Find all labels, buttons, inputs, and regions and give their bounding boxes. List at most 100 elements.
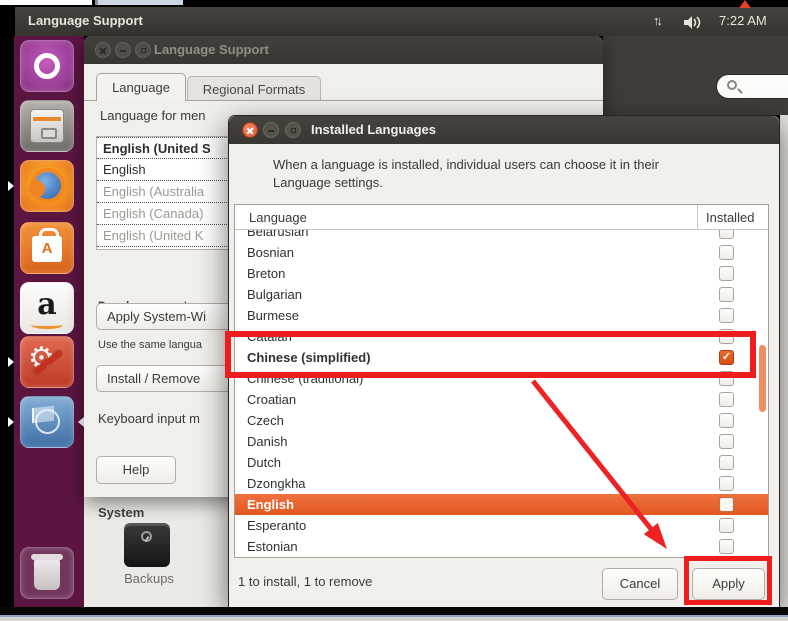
language-row[interactable]: Czech <box>235 410 768 431</box>
menubar-app-title: Language Support <box>28 13 143 28</box>
language-row-label: Croatian <box>247 392 297 407</box>
maximize-icon[interactable] <box>135 42 151 58</box>
network-arrows-icon[interactable]: ↑↓ <box>653 13 663 28</box>
ls-window-title: Language Support <box>154 42 269 57</box>
search-input[interactable] <box>716 74 788 99</box>
files-icon[interactable] <box>20 100 74 152</box>
cancel-button[interactable]: Cancel <box>602 568 678 600</box>
ubuntu-logo-icon <box>34 53 60 79</box>
language-row[interactable]: English <box>235 494 768 515</box>
installed-checkbox[interactable] <box>719 266 734 281</box>
language-list-rows: Belarusian Bosnian Breton Bulgarian Burmese C… <box>235 230 768 557</box>
column-language[interactable]: Language <box>249 205 307 230</box>
language-row-label: Estonian <box>247 539 298 554</box>
scrollbar-thumb[interactable] <box>759 345 766 412</box>
language-row[interactable]: Estonian <box>235 536 768 557</box>
trash-bin-icon <box>31 554 63 590</box>
drawer-icon <box>30 109 64 143</box>
help-button[interactable]: Help <box>96 456 176 484</box>
safe-dial-icon <box>141 531 152 542</box>
menus-windows-label: Language for men <box>100 108 206 123</box>
installed-checkbox[interactable] <box>719 413 734 428</box>
language-row-label: English <box>247 497 294 512</box>
language-row[interactable]: Dzongkha <box>235 473 768 494</box>
installed-checkbox[interactable] <box>719 539 734 554</box>
language-support-icon[interactable] <box>20 396 74 448</box>
firefox-icon[interactable] <box>20 160 74 212</box>
software-center-icon[interactable]: A <box>20 222 74 274</box>
annotation-box-chinese <box>225 331 756 378</box>
installed-checkbox[interactable] <box>719 308 734 323</box>
language-row-label: Esperanto <box>247 518 307 533</box>
unity-launcher: A a ⚙ <box>8 36 84 607</box>
tab-language[interactable]: Language <box>96 73 186 101</box>
shopping-bag-icon: A <box>32 228 62 262</box>
running-indicator-language <box>8 417 14 427</box>
clock[interactable]: 7:22 AM <box>719 13 767 28</box>
installed-checkbox[interactable] <box>719 434 734 449</box>
keyboard-input-label: Keyboard input m <box>98 411 200 426</box>
language-row-label: Czech <box>247 413 284 428</box>
language-row-label: Breton <box>247 266 286 281</box>
installed-checkbox[interactable] <box>719 287 734 302</box>
language-row-label: Dutch <box>247 455 281 470</box>
installed-checkbox[interactable] <box>719 497 734 512</box>
ls-titlebar[interactable]: Language Support <box>84 36 603 64</box>
trash-icon[interactable] <box>20 547 74 599</box>
description-line1: When a language is installed, individual… <box>273 157 659 172</box>
language-row-label: Bosnian <box>247 245 294 260</box>
search-icon <box>727 80 737 90</box>
language-row[interactable]: Esperanto <box>235 515 768 536</box>
language-row[interactable]: Breton <box>235 263 768 284</box>
installed-checkbox[interactable] <box>719 455 734 470</box>
installed-checkbox[interactable] <box>719 476 734 491</box>
bottom-dark-strip <box>0 607 788 615</box>
language-row[interactable]: Bulgarian <box>235 284 768 305</box>
amazon-letter: a <box>37 287 57 322</box>
close-icon[interactable] <box>95 42 111 58</box>
language-row-label: Danish <box>247 434 288 449</box>
backups-icon[interactable] <box>124 523 170 567</box>
system-settings-icon[interactable]: ⚙ <box>20 336 74 388</box>
language-row-label: Dzongkha <box>247 476 306 491</box>
annotation-box-apply <box>684 556 772 605</box>
list-viewport: Belarusian Bosnian Breton Bulgarian Burmese C… <box>235 230 768 557</box>
software-letter: A <box>41 240 53 257</box>
same-language-note: Use the same langua <box>98 339 202 351</box>
close-icon[interactable] <box>242 122 258 138</box>
top-red-arrow-tip <box>739 0 751 8</box>
running-indicator-firefox <box>8 181 14 191</box>
column-installed[interactable]: Installed <box>697 205 768 230</box>
system-section-heading: System <box>98 505 145 520</box>
screen: Language Support ↑↓ 7:22 AM A a ⚙ System… <box>0 0 788 621</box>
installed-checkbox[interactable] <box>719 245 734 260</box>
maximize-icon[interactable] <box>285 122 301 138</box>
circle-icon <box>35 409 60 434</box>
dialog-description: When a language is installed, individual… <box>273 156 659 192</box>
language-row[interactable]: Dutch <box>235 452 768 473</box>
settings-window-header <box>603 36 788 115</box>
minimize-icon[interactable] <box>263 122 279 138</box>
bottom-window-edge <box>0 615 788 621</box>
installed-checkbox[interactable] <box>719 518 734 533</box>
language-row[interactable]: Bosnian <box>235 242 768 263</box>
screen-left-edge <box>0 0 15 621</box>
installed-checkbox[interactable] <box>719 392 734 407</box>
language-row[interactable]: Danish <box>235 431 768 452</box>
language-row[interactable]: Croatian <box>235 389 768 410</box>
language-row[interactable]: Belarusian <box>235 230 768 242</box>
installed-checkbox[interactable] <box>719 230 734 239</box>
top-artifact-white <box>0 0 92 5</box>
minimize-icon[interactable] <box>115 42 131 58</box>
dialog-title: Installed Languages <box>311 122 436 137</box>
ubuntu-dash-icon[interactable] <box>20 40 74 92</box>
volume-icon[interactable] <box>684 15 704 35</box>
top-menubar: Language Support ↑↓ 7:22 AM <box>0 7 788 36</box>
list-header[interactable]: Language Installed <box>235 205 768 230</box>
language-row[interactable]: Burmese <box>235 305 768 326</box>
settings-window-right-edge <box>780 115 788 607</box>
dialog-titlebar[interactable]: Installed Languages <box>229 116 779 144</box>
tab-regional-formats[interactable]: Regional Formats <box>187 76 321 101</box>
amazon-icon[interactable]: a <box>20 282 74 334</box>
backups-label[interactable]: Backups <box>107 571 191 586</box>
